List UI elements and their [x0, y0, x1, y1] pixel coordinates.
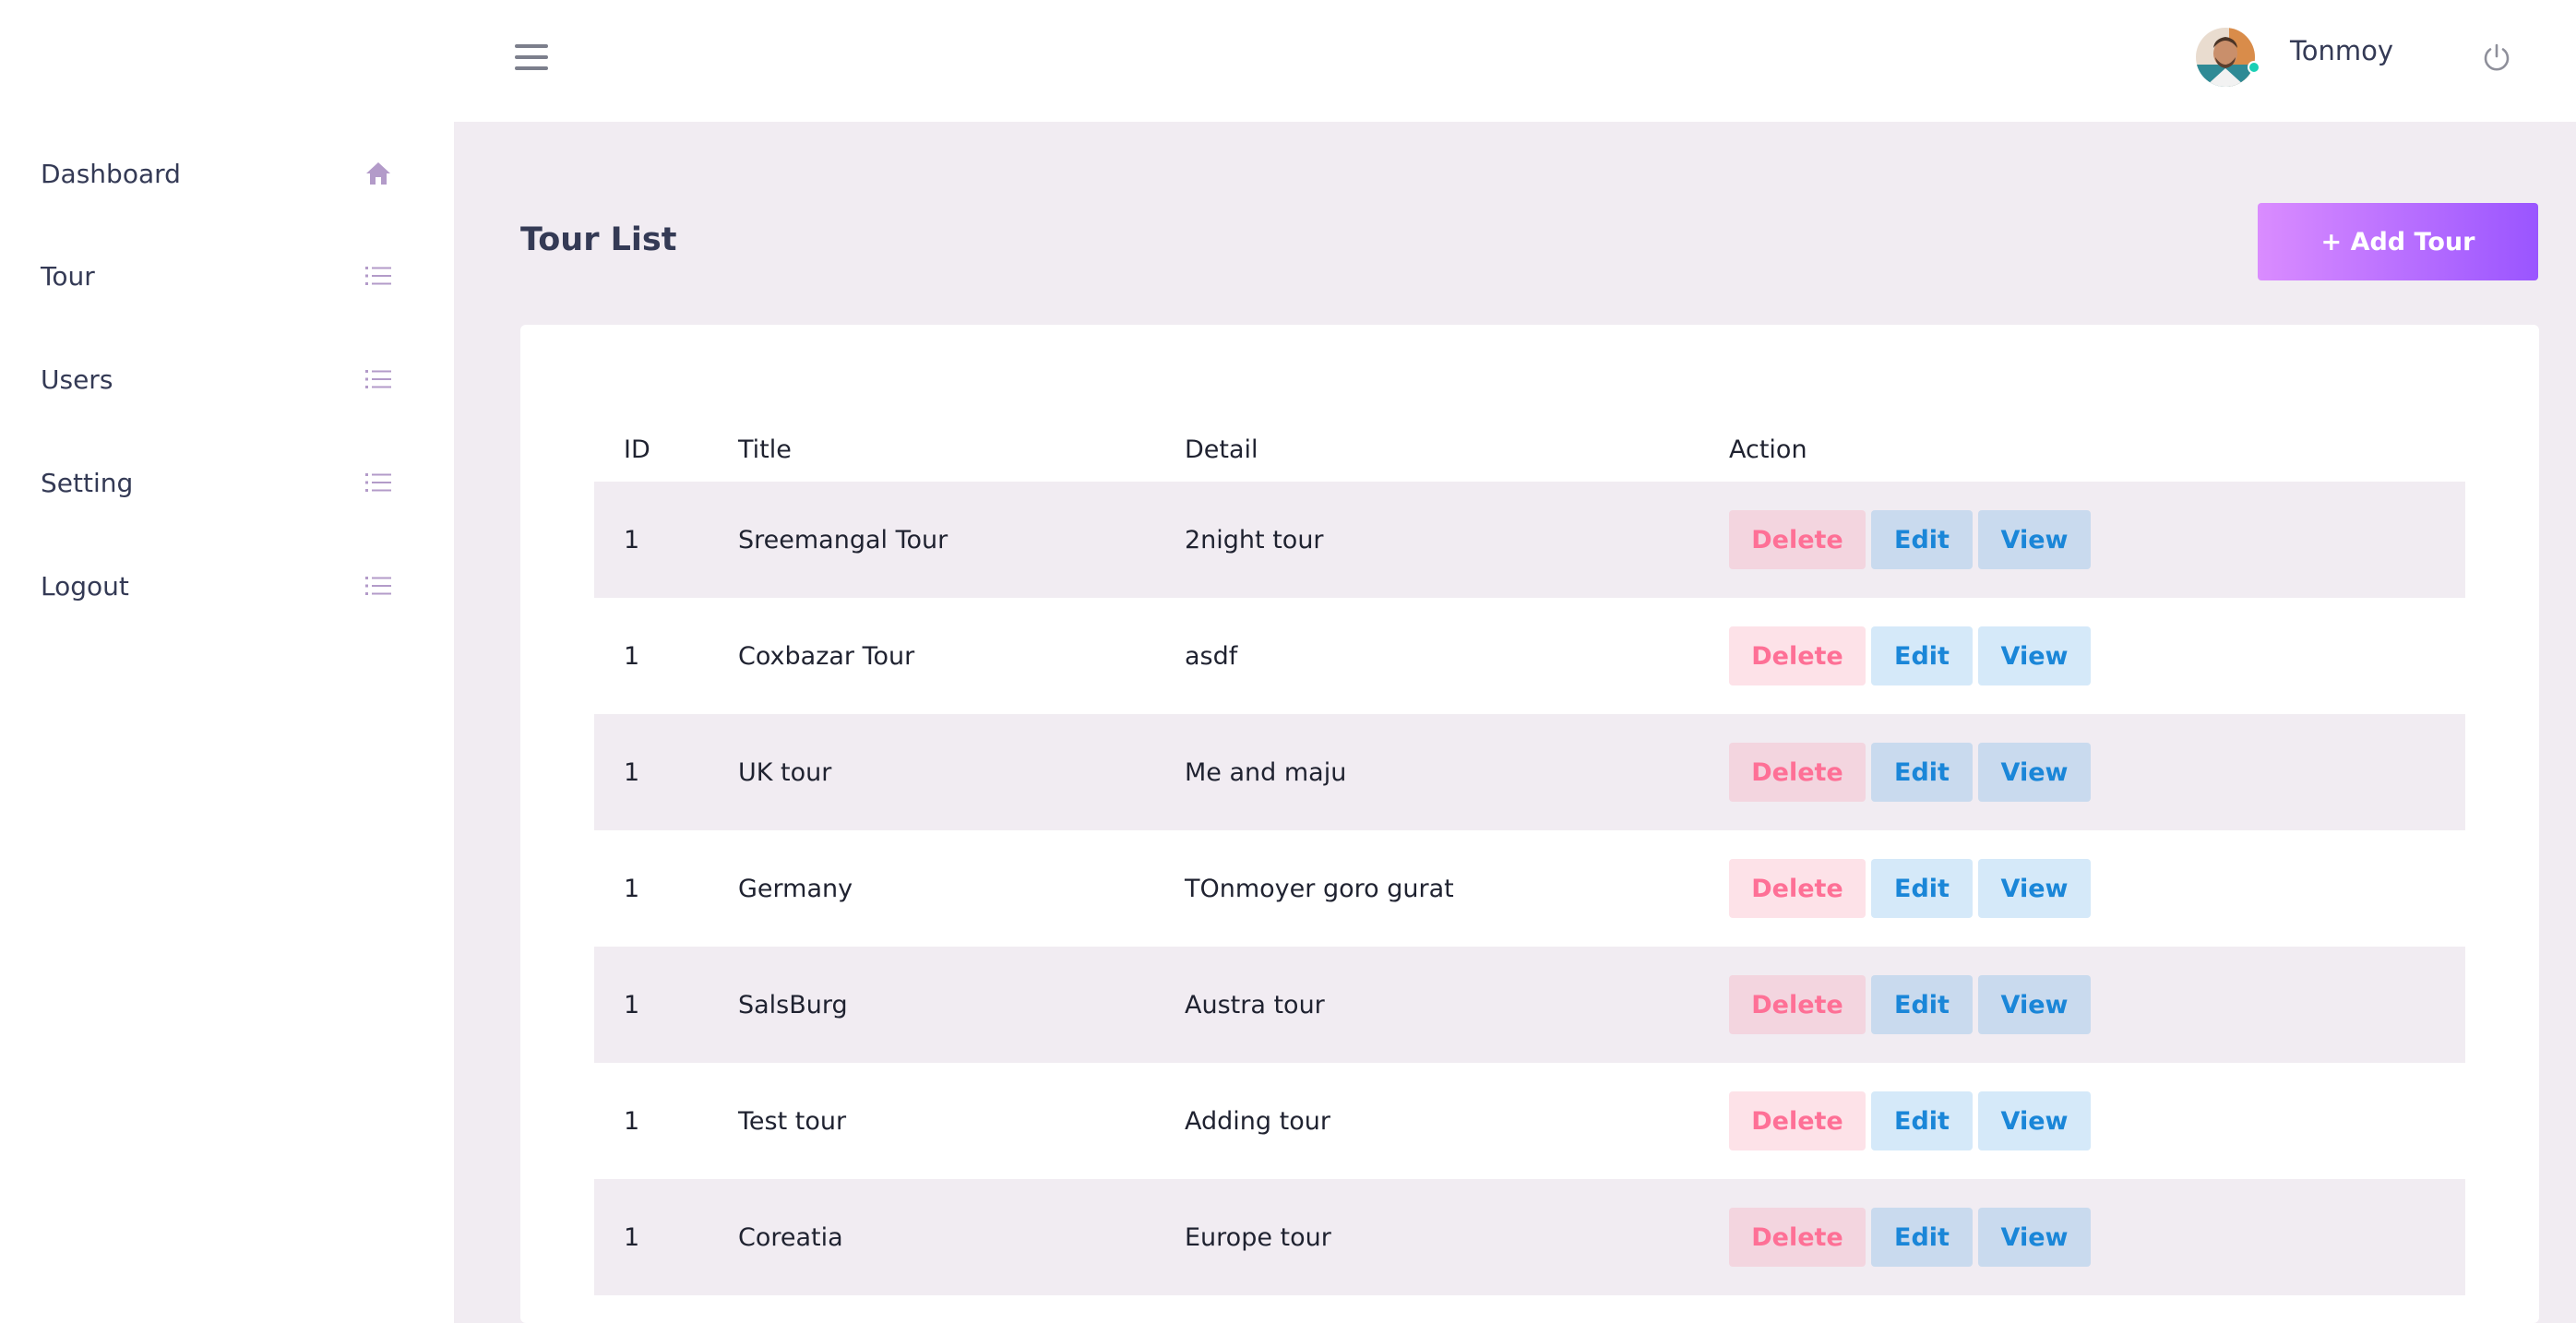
table-row: 1 Sreemangal Tour 2night tour Delete Edi… — [594, 482, 2465, 598]
add-tour-button[interactable]: + Add Tour — [2258, 203, 2538, 280]
view-button[interactable]: View — [1978, 510, 2091, 569]
avatar[interactable] — [2196, 28, 2255, 87]
cell-id: 1 — [624, 757, 640, 787]
column-header-action: Action — [1729, 435, 1807, 464]
table-row: 1 UK tour Me and maju Delete Edit View — [594, 714, 2465, 830]
sidebar-item-tour[interactable]: Tour — [0, 232, 454, 320]
table-row: 1 Germany TOnmoyer goro gurat Delete Edi… — [594, 830, 2465, 947]
tour-table-card: ID Title Detail Action 1 Sreemangal Tour… — [520, 325, 2539, 1323]
edit-button[interactable]: Edit — [1871, 626, 1973, 685]
cell-title: Coreatia — [738, 1222, 843, 1252]
cell-detail: Adding tour — [1185, 1106, 1330, 1136]
cell-id: 1 — [624, 525, 640, 554]
delete-button[interactable]: Delete — [1729, 510, 1866, 569]
cell-title: Coxbazar Tour — [738, 641, 915, 671]
view-button[interactable]: View — [1978, 1091, 2091, 1150]
table-row: 1 Coreatia Europe tour Delete Edit View — [594, 1179, 2465, 1295]
delete-button[interactable]: Delete — [1729, 859, 1866, 918]
table-row: 1 SalsBurg Austra tour Delete Edit View — [594, 947, 2465, 1063]
list-icon — [364, 468, 393, 497]
view-button[interactable]: View — [1978, 743, 2091, 802]
edit-button[interactable]: Edit — [1871, 1091, 1973, 1150]
edit-button[interactable]: Edit — [1871, 510, 1973, 569]
cell-actions: Delete Edit View — [1729, 859, 2091, 918]
sidebar-item-label: Logout — [41, 570, 129, 602]
main-content: Tour List + Add Tour ID Title Detail Act… — [454, 122, 2576, 1323]
sidebar-item-setting[interactable]: Setting — [0, 438, 454, 527]
cell-detail: 2night tour — [1185, 525, 1324, 554]
user-name[interactable]: Tonmoy — [2290, 35, 2393, 66]
edit-button[interactable]: Edit — [1871, 859, 1973, 918]
delete-button[interactable]: Delete — [1729, 626, 1866, 685]
sidebar-item-label: Tour — [41, 260, 95, 292]
power-icon[interactable] — [2480, 41, 2513, 74]
tour-table: ID Title Detail Action 1 Sreemangal Tour… — [594, 417, 2465, 1295]
cell-actions: Delete Edit View — [1729, 510, 2091, 569]
online-status-indicator — [2248, 61, 2260, 74]
cell-actions: Delete Edit View — [1729, 626, 2091, 685]
sidebar-item-logout[interactable]: Logout — [0, 542, 454, 630]
sidebar-item-dashboard[interactable]: Dashboard — [0, 129, 454, 218]
delete-button[interactable]: Delete — [1729, 743, 1866, 802]
view-button[interactable]: View — [1978, 1208, 2091, 1267]
edit-button[interactable]: Edit — [1871, 975, 1973, 1034]
cell-id: 1 — [624, 874, 640, 903]
view-button[interactable]: View — [1978, 975, 2091, 1034]
page-title: Tour List — [520, 221, 677, 258]
cell-id: 1 — [624, 1106, 640, 1136]
cell-detail: Me and maju — [1185, 757, 1347, 787]
column-header-id: ID — [624, 435, 650, 464]
edit-button[interactable]: Edit — [1871, 743, 1973, 802]
cell-actions: Delete Edit View — [1729, 975, 2091, 1034]
cell-title: Test tour — [738, 1106, 847, 1136]
cell-detail: Austra tour — [1185, 990, 1325, 1019]
column-header-title: Title — [738, 435, 792, 464]
cell-actions: Delete Edit View — [1729, 1208, 2091, 1267]
list-icon — [364, 261, 393, 291]
view-button[interactable]: View — [1978, 859, 2091, 918]
menu-toggle-icon[interactable] — [513, 41, 550, 74]
cell-actions: Delete Edit View — [1729, 743, 2091, 802]
delete-button[interactable]: Delete — [1729, 1091, 1866, 1150]
delete-button[interactable]: Delete — [1729, 1208, 1866, 1267]
cell-detail: asdf — [1185, 641, 1238, 671]
cell-actions: Delete Edit View — [1729, 1091, 2091, 1150]
list-icon — [364, 571, 393, 601]
edit-button[interactable]: Edit — [1871, 1208, 1973, 1267]
sidebar-item-label: Setting — [41, 467, 134, 498]
column-header-detail: Detail — [1185, 435, 1258, 464]
cell-id: 1 — [624, 990, 640, 1019]
cell-title: SalsBurg — [738, 990, 848, 1019]
cell-detail: TOnmoyer goro gurat — [1185, 874, 1454, 903]
list-icon — [364, 364, 393, 394]
cell-title: Germany — [738, 874, 853, 903]
sidebar-item-label: Users — [41, 364, 113, 395]
view-button[interactable]: View — [1978, 626, 2091, 685]
table-row: 1 Coxbazar Tour asdf Delete Edit View — [594, 598, 2465, 714]
cell-id: 1 — [624, 1222, 640, 1252]
cell-id: 1 — [624, 641, 640, 671]
cell-title: Sreemangal Tour — [738, 525, 948, 554]
home-icon — [364, 159, 393, 188]
cell-title: UK tour — [738, 757, 832, 787]
sidebar-item-label: Dashboard — [41, 158, 181, 189]
delete-button[interactable]: Delete — [1729, 975, 1866, 1034]
cell-detail: Europe tour — [1185, 1222, 1331, 1252]
sidebar: Dashboard Tour Users Setting Logout — [0, 0, 454, 1323]
sidebar-item-users[interactable]: Users — [0, 335, 454, 423]
table-row: 1 Test tour Adding tour Delete Edit View — [594, 1063, 2465, 1179]
table-header: ID Title Detail Action — [594, 417, 2465, 482]
top-navbar: Tonmoy — [454, 0, 2576, 122]
